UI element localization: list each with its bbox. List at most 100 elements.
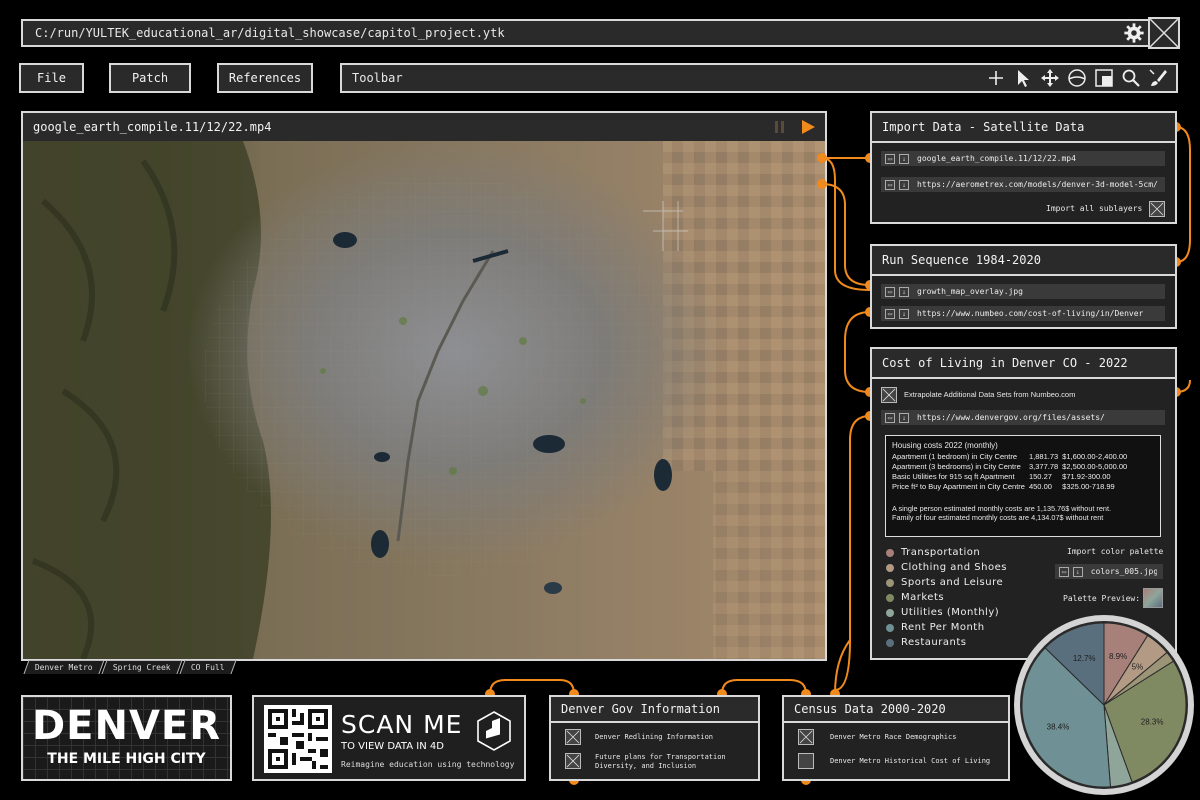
ellipse-icon[interactable]: [1067, 68, 1087, 88]
connector-node[interactable]: [817, 153, 827, 163]
path-text: C:/run/YULTEK_educational_ar/digital_sho…: [35, 26, 505, 40]
download-icon[interactable]: ↓: [1072, 566, 1083, 577]
pointer-icon[interactable]: [1013, 68, 1033, 88]
legend-swatch: [886, 578, 894, 587]
legend-item: Restaurants: [886, 635, 1007, 650]
download-icon[interactable]: ↓: [899, 308, 909, 319]
redlining-checkbox[interactable]: [565, 729, 581, 745]
legend-swatch: [886, 638, 894, 647]
folder-icon[interactable]: ▭: [1059, 566, 1069, 577]
crop-icon[interactable]: [1094, 68, 1114, 88]
scan-tagline: Reimagine education using technology: [341, 760, 515, 769]
file-row[interactable]: ▭ ↓ https://www.denvergov.org/files/asset…: [881, 410, 1165, 425]
video-panel: google_earth_compile.11/12/22.mp4: [21, 111, 827, 661]
folder-icon[interactable]: ▭: [885, 412, 895, 423]
housing-title: Housing costs 2022 (monthly): [892, 441, 998, 450]
file-button[interactable]: File: [19, 63, 84, 93]
download-icon[interactable]: ↓: [899, 153, 909, 164]
references-button[interactable]: References: [217, 63, 313, 93]
brush-icon[interactable]: [1148, 68, 1168, 88]
race-demographics-checkbox[interactable]: [798, 729, 814, 745]
tab-denver-metro[interactable]: Denver Metro: [23, 660, 105, 674]
tab-co-full[interactable]: CO Full: [179, 660, 236, 674]
cube-logo-icon: [477, 711, 511, 751]
extrapolate-checkbox[interactable]: [881, 387, 897, 403]
folder-icon[interactable]: ▭: [885, 153, 895, 164]
gear-icon[interactable]: [1123, 22, 1145, 44]
census-panel: Census Data 2000-2020 Denver Metro Race …: [782, 695, 1010, 781]
pie-slice-label: 8.9%: [1109, 652, 1127, 661]
qr-code-icon[interactable]: [264, 705, 332, 773]
logo-title: DENVER: [31, 703, 222, 749]
legend-swatch: [886, 623, 894, 632]
satellite-map[interactable]: [23, 141, 825, 659]
legend-item: Utilities (Monthly): [886, 605, 1007, 620]
close-icon[interactable]: [1148, 17, 1180, 49]
pie-slice-label: 28.3%: [1141, 717, 1164, 726]
tab-spring-creek[interactable]: Spring Creek: [101, 660, 183, 674]
file-row[interactable]: ▭ ↓ https://aerometrex.com/models/denver-…: [881, 177, 1165, 192]
video-header: google_earth_compile.11/12/22.mp4: [23, 113, 825, 143]
redlining-label: Denver Redlining Information: [595, 733, 714, 741]
palette-file-row[interactable]: ▭ ↓ colors_005.jpg: [1055, 564, 1163, 579]
census-header: Census Data 2000-2020: [784, 697, 1008, 723]
logo-subtitle: THE MILE HIGH CITY: [47, 751, 206, 767]
denver-gov-panel: Denver Gov Information Denver Redlining …: [549, 695, 760, 781]
file-row[interactable]: ▭ ↓ google_earth_compile.11/12/22.mp4: [881, 151, 1165, 166]
plus-icon[interactable]: [986, 68, 1006, 88]
folder-icon[interactable]: ▭: [885, 179, 895, 190]
connector-node[interactable]: [817, 179, 827, 189]
category-legend: Transportation Clothing and Shoes Sports…: [886, 545, 1007, 650]
legend-item: Transportation: [886, 545, 1007, 560]
toolbar: Toolbar: [340, 63, 1178, 93]
extrapolate-label: Extrapolate Additional Data Sets from Nu…: [904, 390, 1076, 399]
legend-item: Markets: [886, 590, 1007, 605]
denver-logo: DENVER THE MILE HIGH CITY: [21, 695, 232, 781]
run-sequence-header: Run Sequence 1984-2020: [872, 246, 1175, 276]
move-icon[interactable]: [1040, 68, 1060, 88]
legend-swatch: [886, 563, 894, 572]
scan-title: SCAN ME: [341, 710, 463, 739]
download-icon[interactable]: ↓: [899, 286, 909, 297]
denver-gov-header: Denver Gov Information: [551, 697, 758, 723]
housing-table: Apartment (1 bedroom) in City Centre 1,88…: [892, 452, 1131, 492]
table-row: Basic Utilities for 915 sq ft Apartment 1…: [892, 472, 1111, 481]
cost-of-living-header: Cost of Living in Denver CO - 2022: [872, 349, 1175, 379]
download-icon[interactable]: ↓: [899, 179, 909, 190]
toolbar-label: Toolbar: [352, 71, 403, 85]
pause-icon[interactable]: [773, 120, 787, 134]
historical-cost-checkbox[interactable]: [798, 753, 814, 769]
file-row[interactable]: ▭ ↓ growth_map_overlay.jpg: [881, 284, 1165, 299]
download-icon[interactable]: ↓: [899, 412, 909, 423]
legend-swatch: [886, 593, 894, 602]
single-cost-note: A single person estimated monthly costs …: [892, 504, 1112, 513]
scan-me-panel[interactable]: SCAN ME TO VIEW DATA IN 4D Reimagine edu…: [252, 695, 526, 781]
sublayers-label: Import all sublayers: [1046, 204, 1143, 213]
import-data-header: Import Data - Satellite Data: [872, 113, 1175, 143]
patch-button[interactable]: Patch: [109, 63, 191, 93]
run-sequence-panel: Run Sequence 1984-2020 ▭ ↓ growth_map_ove…: [870, 244, 1177, 329]
scan-subtitle: TO VIEW DATA IN 4D: [341, 741, 444, 752]
future-plans-checkbox[interactable]: [565, 753, 581, 769]
palette-preview-swatch: [1143, 588, 1163, 608]
map-tabs: Denver Metro Spring Creek CO Full: [23, 660, 236, 674]
sublayers-checkbox[interactable]: [1149, 201, 1165, 217]
legend-item: Clothing and Shoes: [886, 560, 1007, 575]
pie-slice-label: 38.4%: [1047, 723, 1070, 732]
play-icon[interactable]: [801, 120, 815, 134]
future-plans-label: Future plans for Transportation: [595, 753, 726, 761]
table-row: Apartment (1 bedroom) in City Centre 1,88…: [892, 452, 1128, 461]
table-row: Apartment (3 bedrooms) in City Centre 3,3…: [892, 462, 1128, 471]
cost-pie-chart: 8.9% 5% 28.3% 38.4% 12.7%: [1014, 615, 1194, 795]
housing-costs-box: Housing costs 2022 (monthly) Apartment (…: [885, 435, 1161, 537]
historical-cost-label: Denver Metro Historical Cost of Living: [830, 757, 991, 765]
folder-icon[interactable]: ▭: [885, 286, 895, 297]
future-plans-label-line2: Diversity, and Inclusion: [595, 762, 697, 770]
file-row[interactable]: ▭ ↓ https://www.numbeo.com/cost-of-living…: [881, 306, 1165, 321]
legend-swatch: [886, 608, 894, 617]
zoom-icon[interactable]: [1121, 68, 1141, 88]
path-bar[interactable]: C:/run/YULTEK_educational_ar/digital_sho…: [21, 19, 1178, 47]
folder-icon[interactable]: ▭: [885, 308, 895, 319]
table-row: Price ft² to Buy Apartment in City Centr…: [892, 482, 1115, 491]
pie-slice-label: 5%: [1132, 663, 1144, 672]
